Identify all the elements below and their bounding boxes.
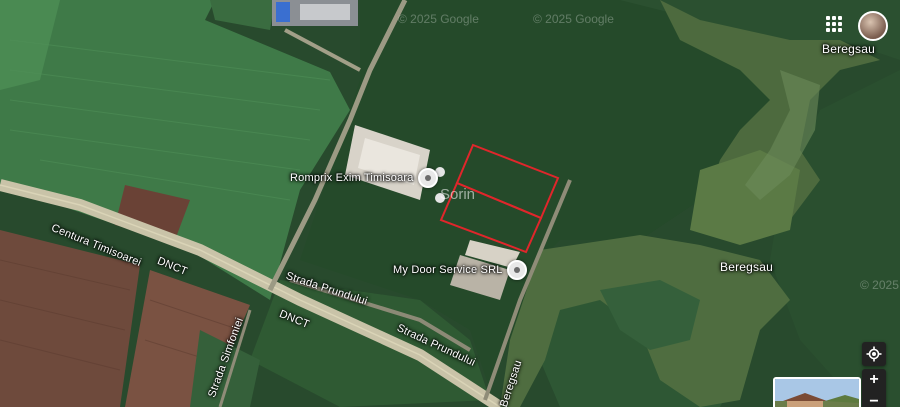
- copyright-watermark: © 2025 Google: [533, 12, 614, 26]
- my-location-button[interactable]: [862, 342, 886, 366]
- account-avatar[interactable]: [858, 11, 888, 41]
- my-location-icon: [866, 346, 882, 362]
- copyright-watermark: © 2025: [860, 278, 899, 292]
- area-label: Sorin: [440, 186, 476, 203]
- street-view-thumbnail[interactable]: [773, 377, 861, 407]
- poi-romprix[interactable]: Romprix Exim Timisoara: [290, 168, 438, 188]
- river-label: Beregsau: [720, 260, 773, 274]
- satellite-map[interactable]: © 2025 Google © 2025 Google © 2025 Sorin…: [0, 0, 900, 407]
- street-view-image: [775, 379, 859, 407]
- poi-label: My Door Service SRL: [393, 264, 503, 276]
- zoom-control: + −: [862, 369, 886, 407]
- place-pin-icon[interactable]: [506, 260, 527, 280]
- poi-my-door-service[interactable]: My Door Service SRL: [393, 260, 527, 280]
- zoom-out-button[interactable]: −: [862, 391, 886, 407]
- place-pin-icon[interactable]: [417, 168, 438, 188]
- poi-label: Romprix Exim Timisoara: [290, 172, 414, 184]
- river-label: Beregsau: [822, 42, 875, 56]
- apps-grid-icon[interactable]: [826, 16, 842, 32]
- copyright-watermark: © 2025 Google: [398, 12, 479, 26]
- zoom-in-button[interactable]: +: [862, 369, 886, 391]
